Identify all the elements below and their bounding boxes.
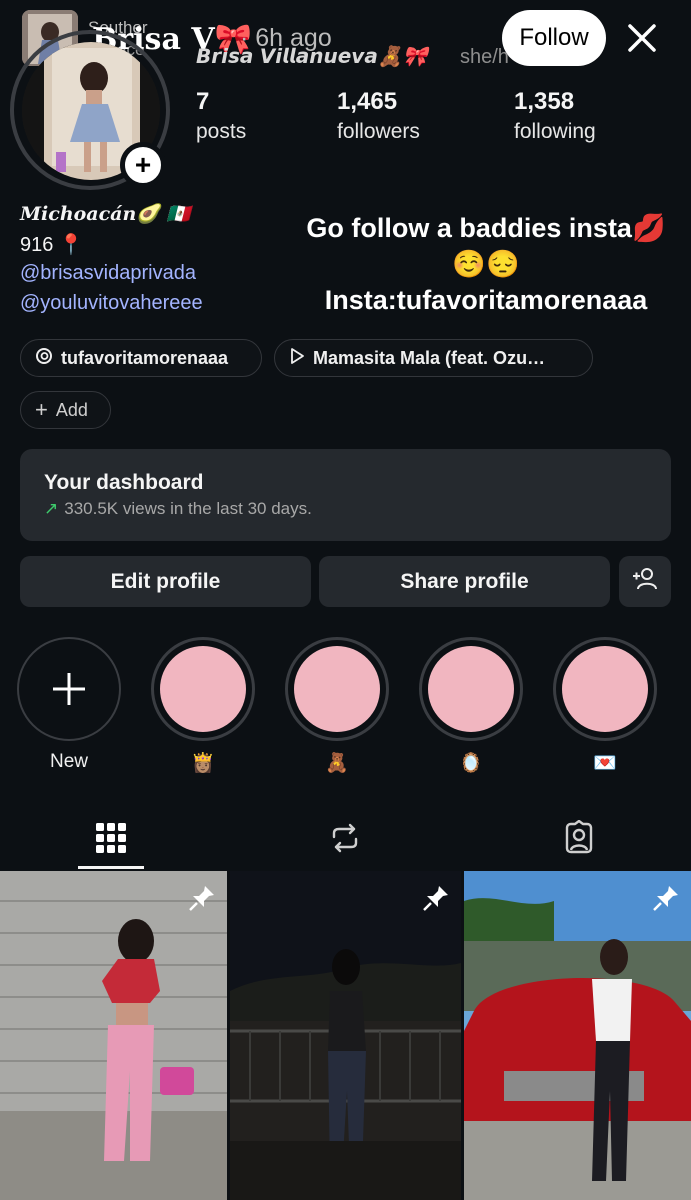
grid-icon bbox=[96, 823, 126, 853]
pin-icon bbox=[651, 883, 681, 913]
dashboard-subtitle: ↗ 330.5K views in the last 30 days. bbox=[44, 499, 312, 519]
plus-icon: + bbox=[35, 397, 48, 422]
threads-icon bbox=[35, 347, 53, 370]
post-image-night-view bbox=[230, 871, 461, 1200]
plus-icon bbox=[53, 673, 85, 705]
follow-button[interactable]: Follow bbox=[502, 10, 606, 66]
add-person-icon bbox=[631, 565, 659, 598]
highlight-ring bbox=[151, 637, 255, 741]
dashboard-card[interactable]: Your dashboard ↗ 330.5K views in the last… bbox=[20, 449, 671, 541]
music-chip-label: Mamasita Mala (feat. Ozu… bbox=[313, 347, 546, 368]
pronouns: she/h bbox=[460, 46, 509, 68]
followers-count: 1,465 bbox=[337, 88, 398, 115]
highlight-ring bbox=[553, 637, 657, 741]
share-profile-button[interactable]: Share profile bbox=[319, 556, 610, 607]
promo-overlay-text: Go follow a baddies insta💋 ☺️😔 Insta:tuf… bbox=[296, 210, 676, 318]
music-chip[interactable]: Mamasita Mala (feat. Ozu… bbox=[274, 339, 593, 377]
post-thumbnail-3[interactable] bbox=[464, 871, 691, 1200]
post-image-red-car bbox=[464, 871, 691, 1200]
bio-mention-link-2[interactable]: @youluvitovahereee bbox=[20, 292, 203, 315]
highlight-new[interactable]: New bbox=[17, 637, 121, 773]
close-icon[interactable] bbox=[620, 16, 664, 60]
highlight-item[interactable]: 💌 bbox=[553, 637, 657, 775]
add-chip[interactable]: + Add bbox=[20, 391, 111, 429]
posts-label: posts bbox=[196, 120, 247, 143]
followers-stat[interactable]: 1,465 followers bbox=[337, 88, 420, 144]
dashboard-title: Your dashboard bbox=[44, 471, 204, 494]
highlight-item[interactable]: 🧸 bbox=[285, 637, 389, 775]
highlight-label: 🪞 bbox=[459, 753, 483, 774]
tab-posts[interactable] bbox=[78, 808, 144, 868]
play-icon bbox=[289, 347, 305, 370]
new-highlight-ring bbox=[17, 637, 121, 741]
followers-label: followers bbox=[337, 120, 420, 143]
post-image-wall-outfit bbox=[0, 871, 227, 1200]
active-tab-indicator bbox=[78, 866, 144, 869]
promo-line-2: ☺️😔 bbox=[452, 249, 520, 279]
highlight-item[interactable]: 👸🏽 bbox=[151, 637, 255, 775]
highlight-cover bbox=[294, 646, 380, 732]
highlight-ring bbox=[285, 637, 389, 741]
post-thumbnail-2[interactable] bbox=[230, 871, 461, 1200]
reposts-icon bbox=[332, 823, 358, 853]
threads-chip[interactable]: tufavoritamorenaaa bbox=[20, 339, 262, 377]
tagged-icon bbox=[565, 820, 593, 854]
trend-up-icon: ↗ bbox=[44, 499, 59, 518]
pin-icon bbox=[187, 883, 217, 913]
highlight-item[interactable]: 🪞 bbox=[419, 637, 523, 775]
add-person-button[interactable] bbox=[619, 556, 671, 607]
highlight-label: 🧸 bbox=[325, 753, 349, 774]
posts-stat[interactable]: 7 posts bbox=[196, 88, 246, 144]
bio-location: 𝑴𝒊𝒄𝒉𝒐𝒂𝒄𝒂́𝒏🥑 🇲🇽 bbox=[20, 203, 191, 225]
posts-count: 7 bbox=[196, 88, 210, 115]
bio-mention-link-1[interactable]: @brisasvidaprivada bbox=[20, 262, 196, 285]
promo-line-1: Go follow a baddies insta💋 bbox=[306, 213, 666, 243]
promo-line-3: Insta:tufavoritamorenaaa bbox=[324, 285, 648, 315]
highlight-label: 👸🏽 bbox=[191, 753, 215, 774]
following-count: 1,358 bbox=[514, 88, 575, 115]
highlight-label: 💌 bbox=[593, 753, 617, 774]
add-chip-label: Add bbox=[55, 399, 88, 420]
add-story-button[interactable]: + bbox=[120, 142, 166, 188]
following-stat[interactable]: 1,358 following bbox=[514, 88, 596, 144]
edit-profile-button[interactable]: Edit profile bbox=[20, 556, 311, 607]
threads-chip-label: tufavoritamorenaaa bbox=[61, 347, 229, 368]
tab-tagged[interactable] bbox=[546, 808, 612, 868]
dashboard-views-text: 330.5K views in the last 30 days. bbox=[64, 499, 312, 518]
tab-reposts[interactable] bbox=[312, 808, 378, 868]
highlight-label: New bbox=[49, 751, 88, 772]
following-label: following bbox=[514, 120, 596, 143]
post-thumbnail-1[interactable] bbox=[0, 871, 227, 1200]
bio-area-code: 916 📍 bbox=[20, 234, 84, 256]
pin-icon bbox=[421, 883, 451, 913]
highlight-cover bbox=[160, 646, 246, 732]
profile-display-name: 𝘽𝙧𝙞𝙨𝙖 𝙑𝙞𝙡𝙡𝙖𝙣𝙪𝙚𝙫𝙖🧸🎀 bbox=[196, 44, 428, 68]
highlight-cover bbox=[562, 646, 648, 732]
highlight-cover bbox=[428, 646, 514, 732]
highlight-ring bbox=[419, 637, 523, 741]
